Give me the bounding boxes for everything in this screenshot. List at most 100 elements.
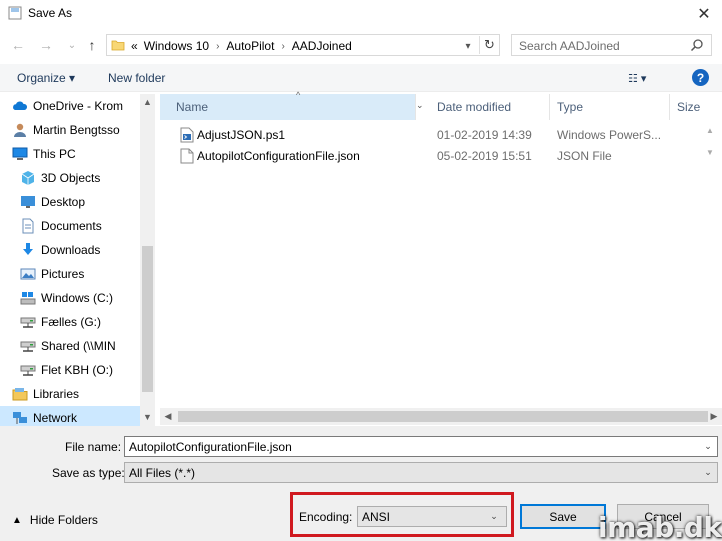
forward-button[interactable]: → [36,36,56,54]
sidebar-item-documents[interactable]: Documents [0,214,140,238]
up-button[interactable]: ↑ [82,36,102,54]
powershell-file-icon [180,127,194,143]
network-icon [12,410,28,426]
refresh-button[interactable]: ↻ [479,36,499,54]
recent-locations-button[interactable]: ⌄ [62,36,82,54]
file-name-input[interactable]: AutopilotConfigurationFile.json ⌄ [124,436,718,457]
scroll-left-icon: ◀ [164,411,172,421]
network-drive-icon [20,338,36,354]
search-icon [690,39,703,52]
sidebar-item-this-pc[interactable]: This PC [0,142,140,166]
address-bar[interactable]: « Windows 10 › AutoPilot › AADJoined ▾ ↻ [106,34,500,56]
save-as-type-value: All Files (*.*) [129,465,196,480]
sidebar-item-label: 3D Objects [41,171,101,185]
horizontal-scroll-thumb[interactable] [178,411,708,422]
back-button[interactable]: ← [8,36,28,54]
breadcrumb-separator: › [216,40,220,52]
site-watermark: imab.dk [598,511,722,541]
downloads-icon [20,242,36,258]
file-type: JSON File [557,149,612,163]
sidebar-item-downloads[interactable]: Downloads [0,238,140,262]
sidebar-item-onedrive-krom[interactable]: OneDrive - Krom [0,94,140,118]
navigation-pane-scroll-thumb[interactable] [142,246,153,392]
encoding-highlight-annotation [290,492,514,537]
column-header-date-modified[interactable]: Date modified [424,94,550,120]
save-as-window-icon [8,6,22,20]
sidebar-item-label: Pictures [41,267,85,281]
chevron-down-icon: ⌄ [67,39,77,51]
breadcrumb-separator: › [281,40,285,52]
table-row[interactable]: AdjustJSON.ps1 01-02-2019 14:39 Windows … [160,125,720,146]
table-row[interactable]: AutopilotConfigurationFile.json 05-02-20… [160,146,720,167]
refresh-icon: ↻ [484,37,495,52]
column-header-type[interactable]: Type [550,94,670,120]
sidebar-item-label: Flet KBH (O:) [41,363,114,377]
scroll-down-icon: ▼ [143,412,152,422]
hide-folders-label: Hide Folders [29,513,98,527]
sidebar-item-shared-min[interactable]: Shared (\\MIN [0,334,140,358]
sort-ascending-icon: ^ [296,90,301,100]
sidebar-item-flet-kbh-o[interactable]: Flet KBH (O:) [0,358,140,382]
scroll-up-button[interactable]: ▲ [140,94,155,110]
breadcrumb-aadjoined[interactable]: AADJoined [292,39,352,53]
user-icon [12,122,28,138]
organize-button[interactable]: Organize ▾ [17,71,75,85]
libraries-icon [12,386,28,402]
chevron-down-icon: ⌄ [416,100,424,110]
documents-icon [20,218,36,234]
scroll-right-button[interactable]: ▶ [706,408,722,425]
pictures-icon [20,266,36,282]
sidebar-item-3d-objects[interactable]: 3D Objects [0,166,140,190]
save-as-type-label: Save as type: [52,466,125,480]
file-type: Windows PowerS... [557,128,662,142]
view-options-icon: ☷ ▾ [628,72,647,85]
hide-folders-button[interactable]: ▲ Hide Folders [12,513,98,527]
column-header-name[interactable]: Name ^ ⌄ [160,90,424,120]
scroll-up-icon: ▲ [143,97,152,107]
sidebar-item-network[interactable]: Network [0,406,140,426]
close-icon: ✕ [697,6,711,23]
sidebar-item-libraries[interactable]: Libraries [0,382,140,406]
sidebar-item-martin-bengtsso[interactable]: Martin Bengtsso [0,118,140,142]
sidebar-item-desktop[interactable]: Desktop [0,190,140,214]
search-placeholder: Search AADJoined [519,39,620,53]
back-arrow-icon: ← [11,37,25,53]
address-dropdown-button[interactable]: ▾ [459,37,477,55]
new-folder-button[interactable]: New folder [108,71,165,85]
column-header-label: Type [557,100,584,114]
sidebar-item-label: Fælles (G:) [41,315,101,329]
sidebar-item-label: Shared (\\MIN [41,339,116,353]
3d-objects-icon [20,170,36,186]
file-list-vertical-scroll-arrows[interactable]: ▲ ▼ [706,126,722,157]
column-header-label: Name [176,100,209,114]
save-as-type-select[interactable]: All Files (*.*) ⌄ [124,462,718,483]
breadcrumb-overflow[interactable]: « [131,39,144,53]
window-title: Save As [28,6,73,20]
change-view-button[interactable]: ☷ ▾ [628,70,668,86]
breadcrumb-autopilot[interactable]: AutoPilot [226,39,274,53]
sidebar-item-label: Libraries [33,387,80,401]
chevron-down-icon: ▾ [465,40,471,52]
sidebar-item-windows-c[interactable]: Windows (C:) [0,286,140,310]
desktop-icon [20,194,36,210]
sidebar-item-pictures[interactable]: Pictures [0,262,140,286]
drive-icon [20,290,36,306]
breadcrumb-windows-10[interactable]: Windows 10 [144,39,209,53]
onedrive-icon [12,98,28,114]
scroll-left-button[interactable]: ◀ [160,408,176,425]
search-input[interactable]: Search AADJoined [511,34,712,56]
json-file-icon [180,148,194,164]
breadcrumb: « Windows 10 › AutoPilot › AADJoined [131,38,352,54]
file-name-value: AutopilotConfigurationFile.json [129,439,292,454]
network-drive-icon [20,362,36,378]
close-button[interactable]: ✕ [690,3,718,25]
chevron-down-icon[interactable]: ⌄ [700,437,716,456]
column-header-size[interactable]: Size [670,94,722,120]
file-list: Name ^ ⌄ Date modified Type Size AdjustJ… [160,90,722,426]
save-button[interactable]: Save [520,504,606,529]
help-icon[interactable]: ? [692,69,709,86]
sidebar-item-label: Desktop [41,195,86,209]
scroll-down-button[interactable]: ▼ [140,409,155,425]
sidebar-item-f-lles-g[interactable]: Fælles (G:) [0,310,140,334]
column-header-label: Date modified [437,100,512,114]
